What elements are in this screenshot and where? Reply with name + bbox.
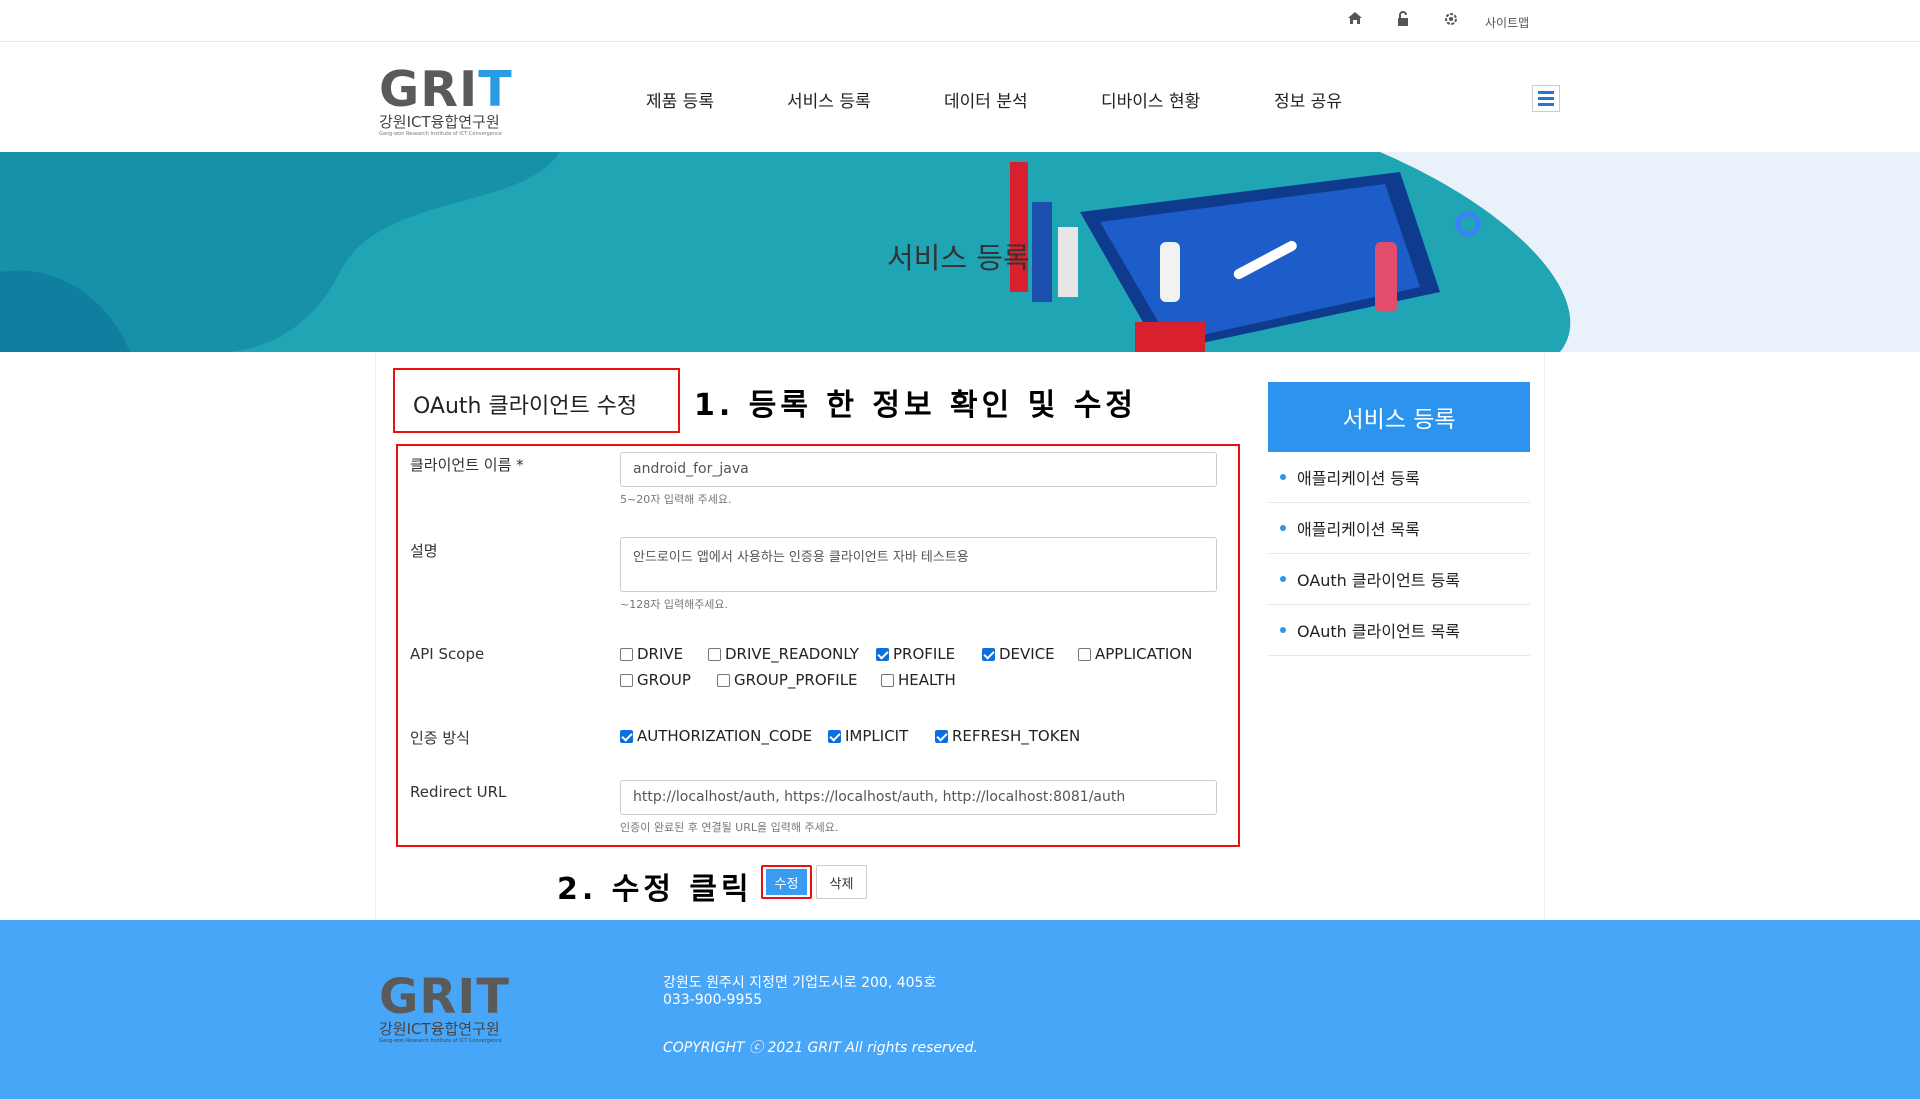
nav-info-share[interactable]: 정보 공유 xyxy=(1274,87,1342,112)
footer-logo-english: Gang-won Research Institute of ICT Conve… xyxy=(379,1038,502,1044)
checkbox-label: DRIVE_READONLY xyxy=(725,645,859,663)
home-icon[interactable] xyxy=(1347,11,1363,29)
checkbox-label: HEALTH xyxy=(898,671,956,689)
sidebar-item-oauth-list[interactable]: OAuth 클라이언트 목록 xyxy=(1268,605,1530,656)
client-name-field[interactable]: android_for_java xyxy=(620,452,1217,487)
grit-logo[interactable]: GRIT 강원ICT융합연구원 Gang-won Research Instit… xyxy=(379,61,521,139)
checkbox-box[interactable] xyxy=(1078,647,1091,661)
description-help: ~128자 입력해주세요. xyxy=(620,598,729,611)
checkbox-box[interactable] xyxy=(828,729,841,743)
auth-method-label: 인증 방식 xyxy=(410,729,470,747)
scope-device-checkbox[interactable]: DEVICE xyxy=(982,645,1055,663)
client-name-help: 5~20자 입력해 주세요. xyxy=(620,493,732,506)
refresh-token-checkbox[interactable]: REFRESH_TOKEN xyxy=(935,727,1080,745)
site-header: GRIT 강원ICT융합연구원 Gang-won Research Instit… xyxy=(0,42,1920,152)
checkbox-label: AUTHORIZATION_CODE xyxy=(637,727,813,745)
redirect-url-label: Redirect URL xyxy=(410,783,507,801)
hamburger-menu-icon[interactable] xyxy=(1532,85,1560,112)
checkbox-box[interactable] xyxy=(620,647,633,661)
nav-product-register[interactable]: 제품 등록 xyxy=(646,87,714,112)
footer-logo-korean: 강원ICT융합연구원 xyxy=(379,1020,500,1038)
checkbox-label: APPLICATION xyxy=(1095,645,1193,663)
footer-logo-wordmark: GRIT xyxy=(379,969,510,1025)
api-scope-label: API Scope xyxy=(410,645,485,663)
scope-drive-checkbox[interactable]: DRIVE xyxy=(620,645,683,663)
sitemap-link[interactable]: 사이트맵 xyxy=(1485,14,1529,31)
gear-icon[interactable] xyxy=(1443,11,1459,31)
sidebar-item-app-list[interactable]: 애플리케이션 목록 xyxy=(1268,503,1530,554)
page-banner: 서비스 등록 xyxy=(0,152,1920,352)
nav-data-analysis[interactable]: 데이터 분석 xyxy=(944,87,1028,112)
form-title: OAuth 클라이언트 수정 xyxy=(413,394,638,419)
banner-title: 서비스 등록 xyxy=(887,241,1030,275)
scope-drive-readonly-checkbox[interactable]: DRIVE_READONLY xyxy=(708,645,859,663)
checkbox-box[interactable] xyxy=(935,729,948,743)
edit-button[interactable]: 수정 xyxy=(766,869,807,895)
description-textarea[interactable]: 안드로이드 앱에서 사용하는 인증용 클라이언트 자바 테스트용 xyxy=(620,537,1217,592)
logo-english: Gang-won Research Institute of ICT Conve… xyxy=(379,131,502,137)
footer-copyright: COPYRIGHT ⓒ 2021 GRIT All rights reserve… xyxy=(663,1040,978,1056)
form-title-annotation-box: OAuth 클라이언트 수정 xyxy=(393,368,680,433)
sidebar-title: 서비스 등록 xyxy=(1268,382,1530,452)
footer-logo: GRIT 강원ICT융합연구원 Gang-won Research Instit… xyxy=(379,969,510,1044)
sidebar-item-oauth-register[interactable]: OAuth 클라이언트 등록 xyxy=(1268,554,1530,605)
scope-group-profile-checkbox[interactable]: GROUP_PROFILE xyxy=(717,671,858,689)
checkbox-box[interactable] xyxy=(708,647,721,661)
checkbox-label: DEVICE xyxy=(999,645,1055,663)
implicit-checkbox[interactable]: IMPLICIT xyxy=(828,727,908,745)
checkbox-label: GROUP xyxy=(637,671,691,689)
checkbox-box[interactable] xyxy=(881,673,894,687)
checkbox-label: DRIVE xyxy=(637,645,684,663)
checkbox-box[interactable] xyxy=(717,673,730,687)
sidebar-item-app-register[interactable]: 애플리케이션 등록 xyxy=(1268,452,1530,503)
checkbox-box[interactable] xyxy=(876,647,889,661)
checkbox-label: REFRESH_TOKEN xyxy=(952,727,1081,745)
logo-wordmark: GRIT xyxy=(379,61,513,118)
redirect-url-field[interactable]: http://localhost/auth, https://localhost… xyxy=(620,780,1217,815)
lock-icon[interactable] xyxy=(1396,11,1410,30)
checkbox-box[interactable] xyxy=(620,673,633,687)
scope-health-checkbox[interactable]: HEALTH xyxy=(881,671,956,689)
edit-button-annotation-box: 수정 xyxy=(761,865,812,899)
footer-phone: 033-900-9955 xyxy=(663,992,763,1008)
scope-application-checkbox[interactable]: APPLICATION xyxy=(1078,645,1192,663)
checkbox-label: PROFILE xyxy=(893,645,956,663)
footer-address: 강원도 원주시 지정면 기업도시로 200, 405호 xyxy=(663,975,937,991)
redirect-url-help: 인증이 완료된 후 연결될 URL을 입력해 주세요. xyxy=(620,821,839,834)
nav-service-register[interactable]: 서비스 등록 xyxy=(787,87,871,112)
description-label: 설명 xyxy=(410,542,438,560)
checkbox-box[interactable] xyxy=(982,647,995,661)
top-utility-bar: 사이트맵 xyxy=(0,0,1920,42)
scope-group-checkbox[interactable]: GROUP xyxy=(620,671,691,689)
nav-device-status[interactable]: 디바이스 현황 xyxy=(1101,87,1200,112)
checkbox-label: IMPLICIT xyxy=(845,727,909,745)
annotation-step-2: 2. 수정 클릭 xyxy=(557,872,753,907)
checkbox-box[interactable] xyxy=(620,729,633,743)
client-name-label: 클라이언트 이름 * xyxy=(410,456,524,474)
site-footer: GRIT 강원ICT융합연구원 Gang-won Research Instit… xyxy=(0,920,1920,1099)
auth-code-checkbox[interactable]: AUTHORIZATION_CODE xyxy=(620,727,812,745)
delete-button[interactable]: 삭제 xyxy=(816,865,867,899)
scope-profile-checkbox[interactable]: PROFILE xyxy=(876,645,955,663)
checkbox-label: GROUP_PROFILE xyxy=(734,671,858,689)
annotation-step-1: 1. 등록 한 정보 확인 및 수정 xyxy=(694,388,1137,423)
